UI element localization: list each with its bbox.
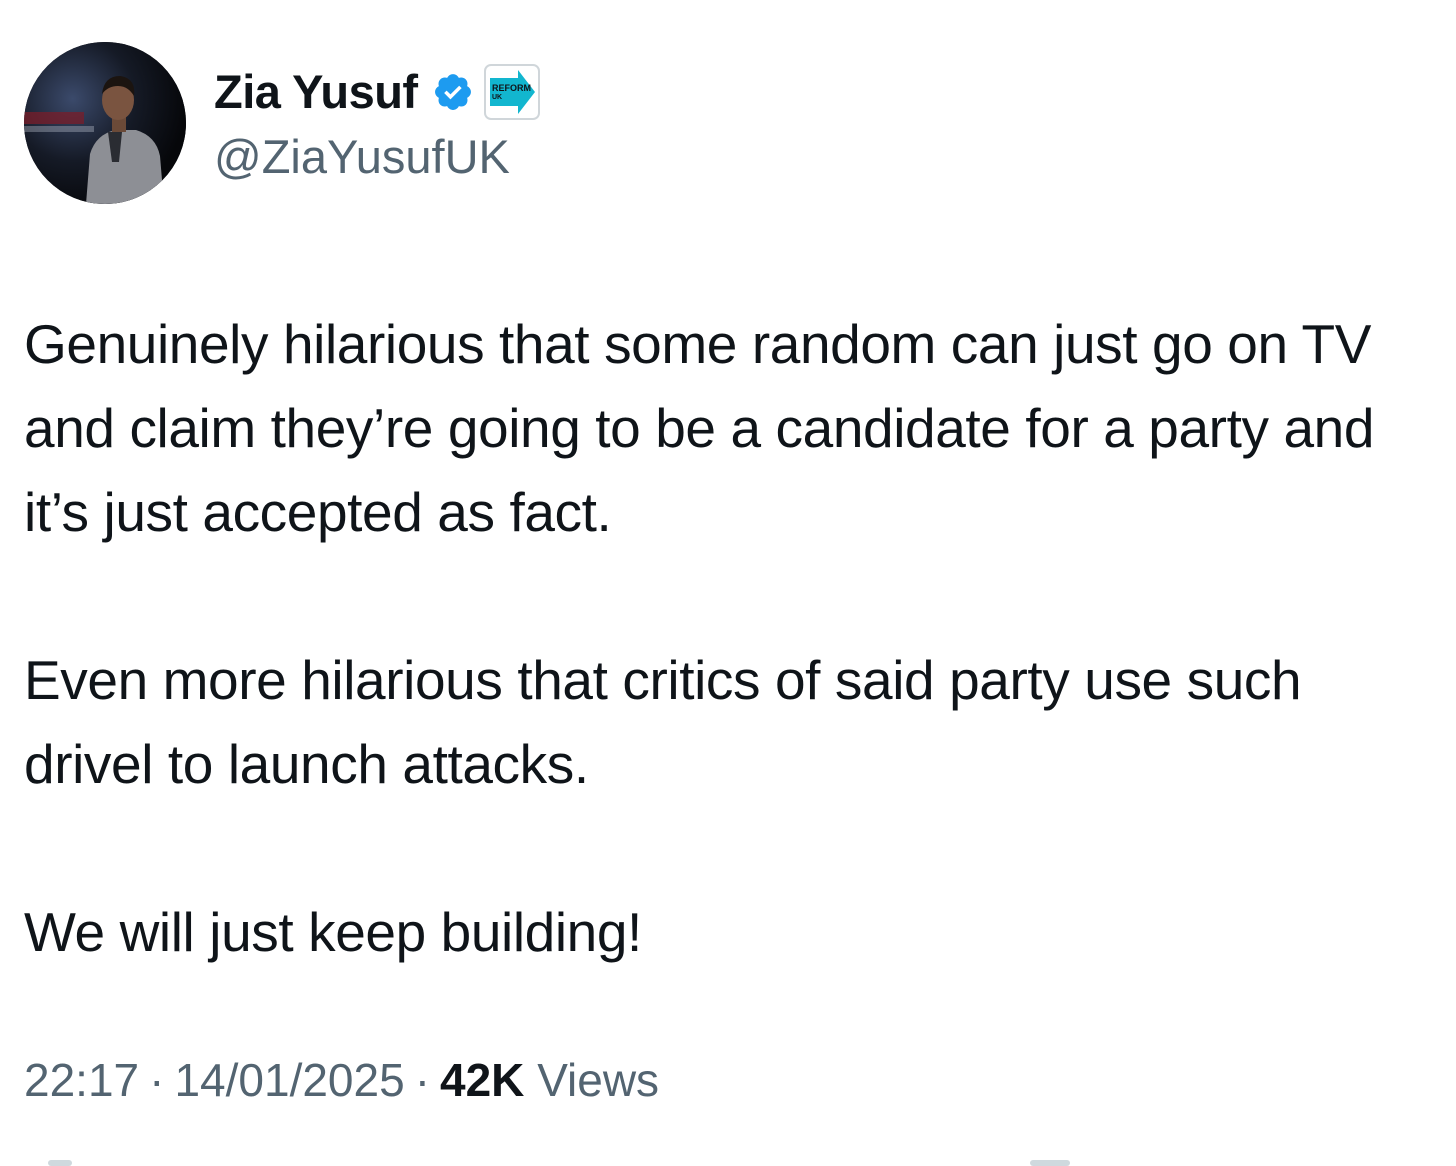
views-count[interactable]: 42K — [440, 1054, 524, 1106]
tweet-text: Genuinely hilarious that some random can… — [24, 302, 1434, 974]
author-names: Zia Yusuf REFORM UK @ZiaYusufUK — [214, 61, 540, 185]
tweet-meta: 22:17 · 14/01/2025 · 42K Views — [24, 1048, 659, 1112]
tweet-date[interactable]: 14/01/2025 — [174, 1054, 404, 1106]
verified-badge-icon[interactable] — [432, 71, 474, 113]
tweet-header: Zia Yusuf REFORM UK @ZiaYusufUK — [24, 42, 540, 204]
avatar[interactable] — [24, 42, 186, 204]
meta-separator: · — [149, 1054, 165, 1106]
display-name[interactable]: Zia Yusuf — [214, 68, 418, 115]
avatar-image — [24, 42, 186, 204]
action-bar-edge — [1030, 1160, 1070, 1166]
tweet-paragraph: Genuinely hilarious that some random can… — [24, 313, 1375, 543]
author-handle[interactable]: @ZiaYusufUK — [214, 129, 540, 185]
views-label[interactable]: Views — [537, 1054, 659, 1106]
name-row: Zia Yusuf REFORM UK — [214, 61, 540, 123]
affiliation-badge-line1: REFORM — [492, 83, 531, 93]
affiliation-badge-line2: UK — [492, 94, 502, 101]
meta-separator: · — [414, 1054, 431, 1106]
tweet-paragraph: Even more hilarious that critics of said… — [24, 649, 1302, 795]
affiliation-badge-icon[interactable]: REFORM UK — [483, 63, 540, 120]
action-bar-edge — [48, 1160, 72, 1166]
tweet-card: Zia Yusuf REFORM UK @ZiaYusufUK Genuinel… — [0, 0, 1456, 1166]
tweet-paragraph: We will just keep building! — [24, 901, 642, 963]
tweet-time[interactable]: 22:17 — [24, 1054, 139, 1106]
